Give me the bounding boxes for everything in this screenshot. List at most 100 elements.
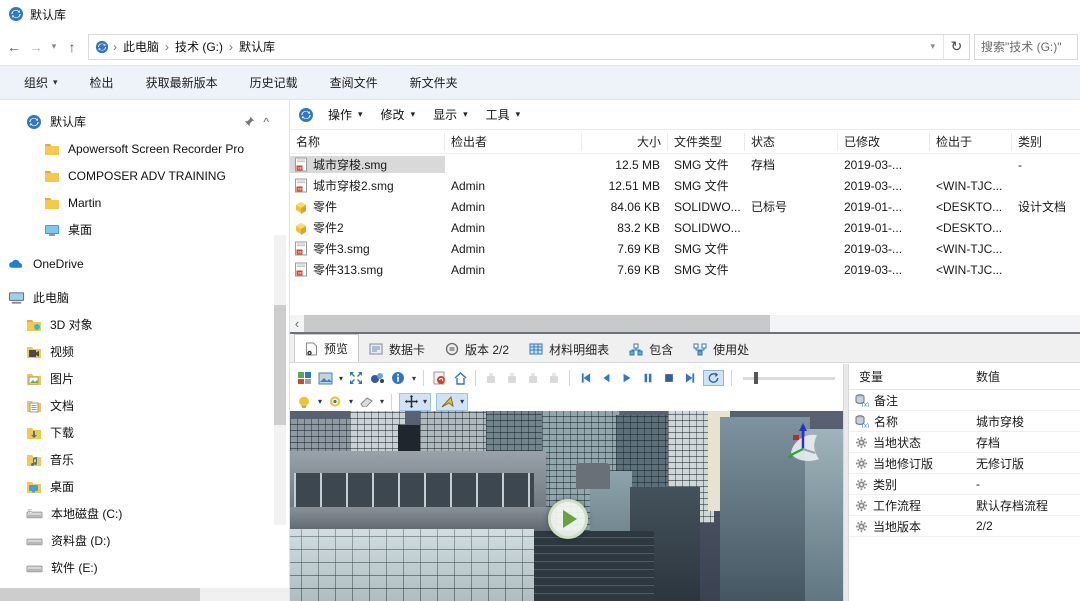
- 3d-viewport[interactable]: [290, 411, 843, 601]
- fit-view-button[interactable]: [348, 369, 364, 387]
- view-preset-2-button[interactable]: [504, 369, 520, 387]
- home-view-button[interactable]: [452, 369, 468, 387]
- breadcrumb-drive-g[interactable]: 技术 (G:): [173, 38, 225, 55]
- menu-actions[interactable]: 操作▾: [320, 102, 371, 127]
- chevron-down-icon[interactable]: ▾: [318, 397, 322, 406]
- column-header-state[interactable]: 状态: [745, 133, 838, 151]
- stop-button[interactable]: [661, 369, 677, 387]
- up-button[interactable]: ↑: [62, 39, 82, 55]
- timeline-slider[interactable]: [743, 369, 835, 387]
- light-tool-button[interactable]: [296, 393, 312, 411]
- tab-preview[interactable]: 预览: [294, 334, 359, 362]
- render-mode-button[interactable]: [296, 369, 312, 387]
- chevron-down-icon[interactable]: ▾: [380, 397, 384, 406]
- menu-display[interactable]: 显示▾: [425, 102, 476, 127]
- column-header-checked-out-on[interactable]: 检出于: [930, 133, 1012, 151]
- file-list-horizontal-scrollbar[interactable]: ‹: [290, 315, 1080, 332]
- breadcrumb-vault[interactable]: 默认库: [237, 38, 277, 55]
- scrollbar-thumb[interactable]: [0, 588, 200, 601]
- address-bar[interactable]: › 此电脑 › 技术 (G:) › 默认库 ▾ ↻: [88, 34, 970, 60]
- open-in-composer-button[interactable]: [431, 369, 447, 387]
- animation-play-overlay-button[interactable]: [548, 499, 588, 539]
- sidebar-item-downloads[interactable]: 下载: [0, 419, 271, 446]
- address-dropdown-icon[interactable]: ▾: [922, 41, 943, 52]
- pin-icon[interactable]: [244, 116, 255, 127]
- tab-where-used[interactable]: 使用处: [683, 336, 759, 362]
- sidebar-item-documents[interactable]: 文档: [0, 392, 271, 419]
- info-button[interactable]: [390, 369, 406, 387]
- skip-to-start-button[interactable]: [577, 369, 593, 387]
- skip-to-end-button[interactable]: [682, 369, 698, 387]
- sidebar-item-martin[interactable]: Martin: [0, 189, 271, 216]
- column-header-modified[interactable]: 已修改: [838, 133, 930, 151]
- menu-modify[interactable]: 修改▾: [373, 102, 424, 127]
- sidebar-horizontal-scrollbar[interactable]: [0, 588, 289, 601]
- sidebar-item-drive-e[interactable]: 软件 (E:): [0, 554, 271, 581]
- column-header-category[interactable]: 类别: [1012, 133, 1080, 151]
- forward-button[interactable]: →: [26, 39, 46, 55]
- file-row[interactable]: XF城市穿梭.smg 12.5 MB SMG 文件 存档 2019-03-...…: [290, 154, 1080, 175]
- view-preset-3-button[interactable]: [525, 369, 541, 387]
- get-latest-version-button[interactable]: 获取最新版本: [132, 69, 232, 96]
- sidebar-vertical-scrollbar[interactable]: [274, 235, 286, 525]
- sidebar-item-videos[interactable]: 视频: [0, 338, 271, 365]
- image-capture-button[interactable]: [317, 369, 333, 387]
- sidebar-item-drive-d[interactable]: 资料盘 (D:): [0, 527, 271, 554]
- sidebar-item-drive-c[interactable]: 本地磁盘 (C:): [0, 500, 271, 527]
- slider-handle[interactable]: [754, 372, 758, 384]
- sidebar-item-apowersoft[interactable]: Apowersoft Screen Recorder Pro: [0, 135, 271, 162]
- file-row[interactable]: 零件 Admin 84.06 KB SOLIDWO... 已标号 2019-01…: [290, 196, 1080, 217]
- chevron-down-icon[interactable]: ▾: [412, 374, 416, 383]
- column-header-file-type[interactable]: 文件类型: [668, 133, 745, 151]
- collapse-chevron-icon[interactable]: ^: [263, 115, 269, 129]
- play-button[interactable]: [619, 369, 635, 387]
- chevron-down-icon[interactable]: ▾: [460, 397, 464, 406]
- file-row[interactable]: XF零件313.smg Admin 7.69 KB SMG 文件 2019-03…: [290, 259, 1080, 280]
- sidebar-item-this-pc[interactable]: 此电脑: [0, 284, 271, 311]
- new-folder-button[interactable]: 新文件夹: [396, 69, 472, 96]
- recent-locations-dropdown[interactable]: ▾: [48, 41, 60, 52]
- sidebar-item-composer[interactable]: COMPOSER ADV TRAINING: [0, 162, 271, 189]
- view-preset-1-button[interactable]: [483, 369, 499, 387]
- column-header-size[interactable]: 大小: [582, 133, 668, 151]
- file-row[interactable]: XF城市穿梭2.smg Admin 12.51 MB SMG 文件 2019-0…: [290, 175, 1080, 196]
- view-preset-4-button[interactable]: [546, 369, 562, 387]
- hotspot-tool-button[interactable]: [327, 393, 343, 411]
- sidebar-item-desktop[interactable]: 桌面: [0, 473, 271, 500]
- view-file-button[interactable]: 查阅文件: [316, 69, 392, 96]
- column-header-name[interactable]: 名称: [290, 133, 445, 151]
- back-button[interactable]: ←: [4, 39, 24, 55]
- check-out-button[interactable]: 检出: [76, 69, 128, 96]
- search-box[interactable]: [974, 34, 1078, 60]
- menu-tools[interactable]: 工具▾: [478, 102, 529, 127]
- scrollbar-thumb[interactable]: [304, 315, 770, 332]
- move-tool-button[interactable]: [403, 393, 419, 411]
- pause-button[interactable]: [640, 369, 656, 387]
- breadcrumb-this-pc[interactable]: 此电脑: [121, 38, 161, 55]
- column-header-checked-out-by[interactable]: 检出者: [445, 133, 582, 151]
- sidebar-item-music[interactable]: 音乐: [0, 446, 271, 473]
- sidebar-item-desktop-top[interactable]: 桌面: [0, 216, 271, 243]
- sidebar-item-pictures[interactable]: 图片: [0, 365, 271, 392]
- tab-data-card[interactable]: 数据卡: [359, 336, 435, 362]
- chevron-down-icon[interactable]: ▾: [349, 397, 353, 406]
- tab-contains[interactable]: 包含: [619, 336, 683, 362]
- loop-toggle[interactable]: [703, 370, 724, 386]
- sidebar-item-3d-objects[interactable]: 3D 对象: [0, 311, 271, 338]
- tab-bom[interactable]: 材料明细表: [519, 336, 619, 362]
- sidebar-item-vault[interactable]: 默认库 ^: [0, 108, 271, 135]
- tab-version[interactable]: 版本 2/2: [435, 336, 519, 362]
- scroll-left-arrow[interactable]: ‹: [290, 316, 304, 331]
- scrollbar-thumb[interactable]: [274, 305, 286, 425]
- history-button[interactable]: 历史记载: [236, 69, 312, 96]
- settings-balls-button[interactable]: [369, 369, 385, 387]
- chevron-down-icon[interactable]: ▾: [339, 374, 343, 383]
- eraser-tool-button[interactable]: [358, 393, 374, 411]
- file-row[interactable]: XF零件3.smg Admin 7.69 KB SMG 文件 2019-03-.…: [290, 238, 1080, 259]
- file-row[interactable]: 零件2 Admin 83.2 KB SOLIDWO... 2019-01-...…: [290, 217, 1080, 238]
- select-tool-button[interactable]: [440, 393, 456, 411]
- sidebar-item-onedrive[interactable]: OneDrive: [0, 250, 271, 277]
- search-input[interactable]: [975, 40, 1077, 54]
- refresh-button[interactable]: ↻: [943, 35, 969, 59]
- chevron-down-icon[interactable]: ▾: [423, 397, 427, 406]
